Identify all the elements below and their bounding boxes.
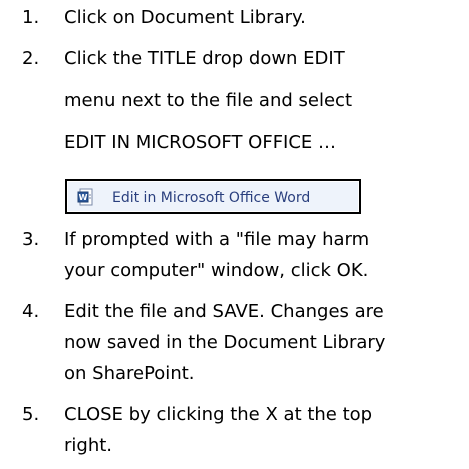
step-3-number: 3. [22, 229, 40, 250]
step-4-text-line-2: now saved in the Document Library [64, 332, 386, 353]
step-1-text: Click on Document Library. [64, 7, 306, 28]
step-4-text-line-1: Edit the file and SAVE. Changes are [64, 301, 384, 322]
step-3-text-line-2: your computer" window, click OK. [64, 260, 369, 281]
word-document-icon: W [77, 188, 93, 206]
step-5-text-line-1: CLOSE by clicking the X at the top [64, 404, 373, 425]
step-2-text-line-1: Click the TITLE drop down EDIT [64, 48, 345, 69]
edit-in-word-label: Edit in Microsoft Office Word [112, 190, 311, 206]
step-1-number: 1. [22, 7, 40, 28]
step-4-text-line-3: on SharePoint. [64, 363, 195, 384]
step-2-text-line-3: EDIT IN MICROSOFT OFFICE … [64, 132, 337, 153]
step-2-text-line-2: menu next to the file and select [64, 90, 352, 111]
step-2-number: 2. [22, 48, 40, 69]
edit-in-word-menu-item[interactable]: W Edit in Microsoft Office Word [68, 182, 358, 211]
step-4-number: 4. [22, 301, 40, 322]
context-menu-screenshot: W Edit in Microsoft Office Word [65, 179, 361, 214]
step-3-text-line-1: If prompted with a "file may harm [64, 229, 370, 250]
step-5-number: 5. [22, 404, 40, 425]
svg-text:W: W [79, 193, 88, 202]
step-5-text-line-2: right. [64, 435, 113, 456]
